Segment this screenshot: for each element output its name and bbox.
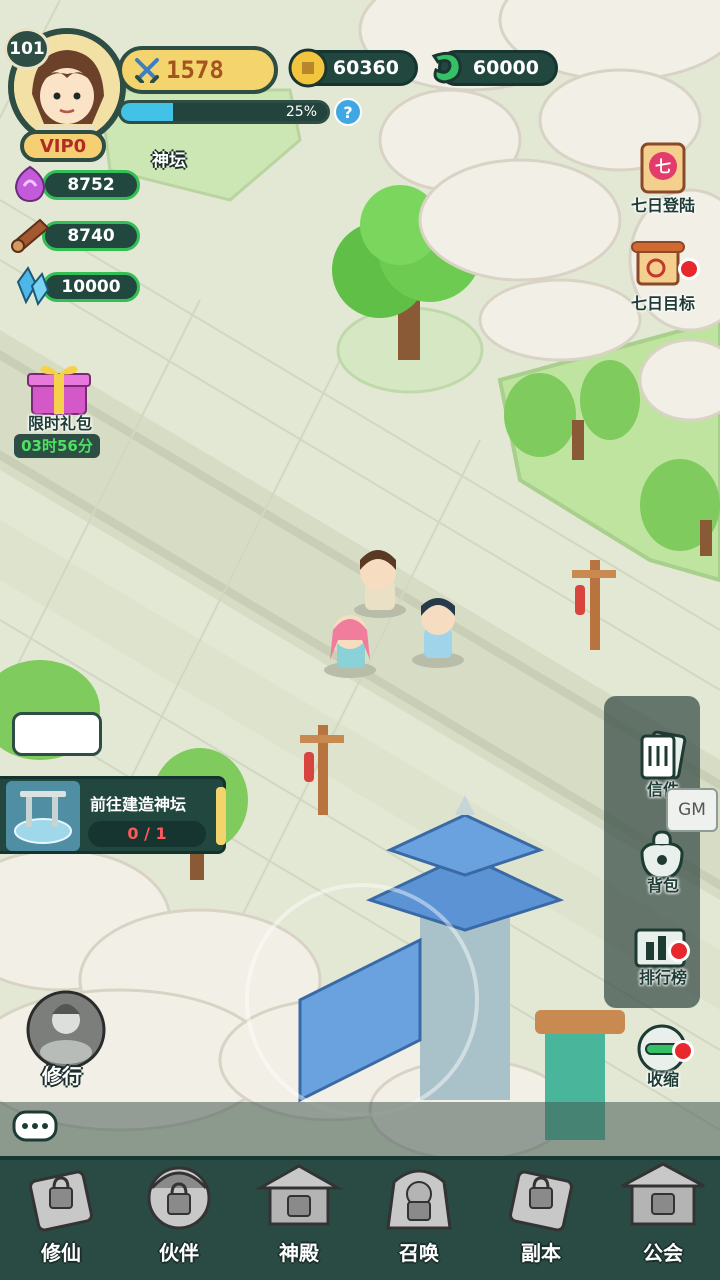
limited-gift-label[interactable]: 限时礼包 [18, 410, 102, 434]
goal-notification-dot [678, 258, 700, 280]
wood-counter[interactable]: 8740 [42, 221, 140, 251]
chat-bar[interactable] [0, 1102, 720, 1156]
spirit-orb-icon [14, 165, 46, 203]
player-level-badge: 101 [4, 28, 50, 70]
jade-value: 60000 [472, 57, 539, 79]
jade-dragon-icon [431, 51, 462, 84]
nav-temple-label: 神殿 [279, 1241, 319, 1265]
altar-quest-icon [6, 781, 80, 851]
nav-dungeon[interactable]: 副本 [486, 1158, 596, 1278]
gift-box-icon[interactable] [26, 360, 92, 416]
leaderboard-notification-dot [668, 940, 690, 962]
nav-summon[interactable]: 召唤 [364, 1158, 474, 1278]
gold-coin-icon [288, 48, 328, 88]
altar-building-label[interactable]: 神坛 [152, 146, 186, 171]
exp-bar-fill [121, 103, 173, 121]
guild-hall-locked-icon [621, 1162, 705, 1226]
nav-dungeon-label: 副本 [521, 1241, 561, 1265]
summon-statue-locked-icon [386, 1169, 452, 1230]
vip-badge[interactable]: VIP0 [20, 130, 106, 162]
mail-letters-icon[interactable] [636, 730, 690, 782]
leaderboard-label[interactable]: 排行榜 [620, 964, 706, 988]
crossed-swords-icon [135, 58, 159, 83]
temple-locked-icon [254, 1164, 344, 1226]
collapse-notification-dot [672, 1040, 694, 1062]
cultivation-label[interactable]: 修行 [42, 1060, 82, 1089]
partner-locked-icon [147, 1166, 211, 1230]
dungeon-scroll-locked-icon [509, 1170, 573, 1232]
coin-value: 60360 [332, 57, 399, 79]
backpack-label[interactable]: 背包 [620, 872, 706, 896]
quest-title: 前往建造神坛 [90, 795, 187, 814]
nav-cultivate-label: 修仙 [41, 1241, 81, 1265]
nav-temple[interactable]: 神殿 [244, 1158, 354, 1278]
wood-value: 8740 [67, 226, 115, 246]
nav-partner[interactable]: 伙伴 [124, 1158, 234, 1278]
crystal-value: 10000 [61, 277, 121, 297]
quest-progress-value: 0 / 1 [127, 824, 167, 843]
exp-bar: 25% [118, 100, 330, 124]
help-button[interactable]: ? [334, 98, 362, 126]
seven-day-goal-label[interactable]: 七日目标 [620, 290, 706, 314]
spirit-orb-counter[interactable]: 8752 [42, 170, 140, 200]
scroll-locked-icon [29, 1170, 93, 1232]
combat-power-value: 1578 [166, 56, 224, 84]
spirit-orb-value: 8752 [67, 175, 115, 195]
nav-partner-label: 伙伴 [159, 1241, 199, 1265]
quest-progress: 0 / 1 [88, 821, 206, 847]
chat-bubble-icon[interactable] [12, 1110, 58, 1146]
crystal-icon [16, 266, 50, 307]
quest-tracker[interactable]: 前往建造神坛 0 / 1 [0, 776, 226, 854]
gift-timer: 03时56分 [14, 434, 100, 458]
svg-text:七: 七 [655, 157, 671, 176]
wood-log-icon [11, 218, 50, 253]
nav-guild[interactable]: 公会 [608, 1158, 718, 1278]
collapse-label[interactable]: 收缩 [620, 1066, 706, 1090]
nav-guild-label: 公会 [643, 1241, 683, 1265]
exp-percent: 25% [285, 104, 317, 120]
gm-button[interactable]: GM [666, 788, 718, 832]
seven-day-login-icon[interactable]: 七 [636, 140, 690, 196]
speech-bubble [12, 712, 102, 756]
nav-summon-label: 召唤 [399, 1241, 439, 1265]
crystal-counter[interactable]: 10000 [42, 272, 140, 302]
seven-day-login-label[interactable]: 七日登陆 [620, 192, 706, 216]
quest-collapse-tab[interactable] [216, 787, 226, 845]
combat-power-bar: 1578 [118, 46, 278, 94]
nav-cultivate[interactable]: 修仙 [6, 1158, 116, 1278]
